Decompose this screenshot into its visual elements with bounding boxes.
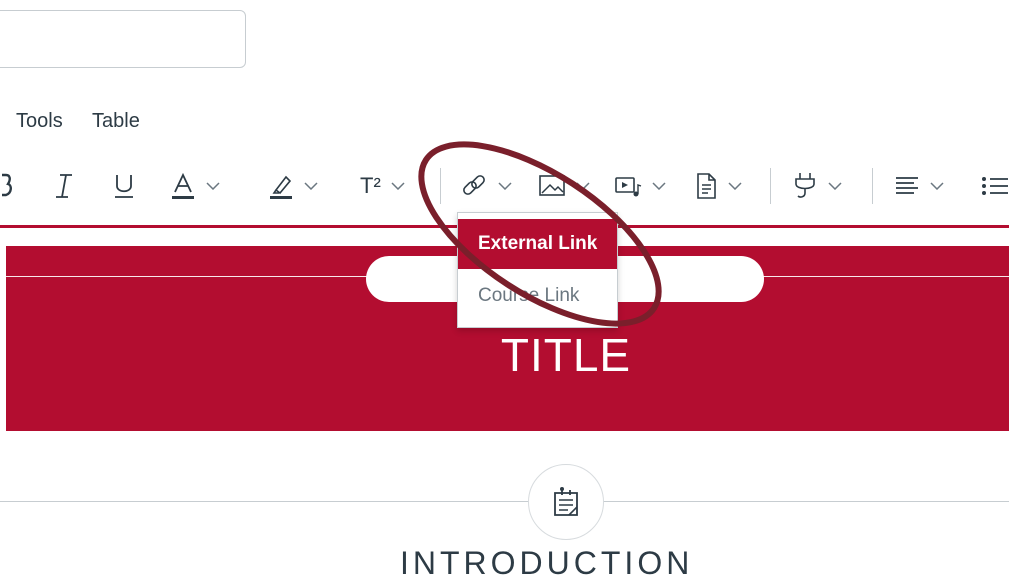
- highlight-icon: [270, 175, 292, 199]
- assignment-icon: [554, 487, 578, 516]
- title-input[interactable]: [0, 10, 246, 68]
- list-button[interactable]: [980, 174, 1008, 203]
- text-color-icon: [172, 172, 194, 199]
- link-icon: [463, 175, 485, 195]
- image-button[interactable]: [538, 168, 590, 204]
- plugin-icon: [795, 173, 815, 198]
- menu-item-course-link[interactable]: Course Link: [458, 271, 617, 321]
- toolbar-separator: [872, 168, 873, 204]
- align-button[interactable]: [894, 168, 944, 204]
- superscript-button[interactable]: T²: [360, 168, 405, 204]
- plugin-button[interactable]: [792, 168, 842, 204]
- chevron-down-icon: [728, 182, 742, 190]
- toolbar-separator: [440, 168, 441, 204]
- media-icon: [615, 177, 642, 197]
- section-divider: [0, 501, 1009, 502]
- chevron-down-icon: [391, 182, 405, 190]
- menu-item-external-link[interactable]: External Link: [458, 219, 617, 269]
- align-icon: [896, 177, 918, 194]
- chevron-down-icon: [828, 182, 842, 190]
- document-button[interactable]: [694, 168, 742, 204]
- list-icon: [982, 177, 1008, 195]
- banner-title: TITLE: [500, 329, 632, 381]
- superscript-icon: T²: [360, 173, 381, 198]
- menu-table[interactable]: Table: [92, 110, 140, 133]
- link-dropdown-menu: External Link Course Link: [457, 212, 618, 328]
- section-heading: INTRODUCTION: [400, 545, 694, 581]
- chevron-down-icon: [652, 182, 666, 190]
- document-icon: [697, 173, 716, 199]
- chevron-down-icon: [576, 182, 590, 190]
- text-color-button[interactable]: [170, 168, 220, 204]
- highlight-button[interactable]: [268, 168, 318, 204]
- bold-icon[interactable]: [2, 172, 12, 203]
- chevron-down-icon: [206, 182, 220, 190]
- image-icon: [539, 175, 565, 196]
- chevron-down-icon: [304, 182, 318, 190]
- media-button[interactable]: [614, 168, 666, 204]
- chevron-down-icon: [498, 182, 512, 190]
- underline-icon[interactable]: [112, 172, 136, 205]
- italic-icon[interactable]: [52, 172, 76, 205]
- section-icon-circle: [528, 464, 604, 540]
- chevron-down-icon: [930, 182, 944, 190]
- link-button[interactable]: [460, 168, 512, 204]
- menu-tools[interactable]: Tools: [16, 110, 63, 133]
- toolbar-separator: [770, 168, 771, 204]
